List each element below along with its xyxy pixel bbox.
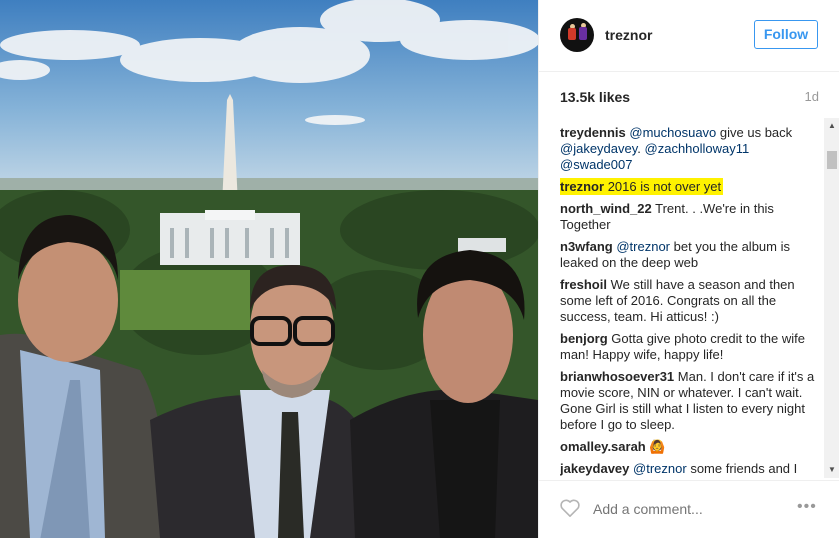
comment-username[interactable]: benjorg	[560, 331, 608, 346]
comments-list: treydennis @muchosuavo give us back @jak…	[560, 125, 822, 477]
comment-username[interactable]: jakeydavey	[560, 461, 629, 476]
mention-link[interactable]: @zachholloway11	[645, 141, 750, 156]
comment-item: treydennis @muchosuavo give us back @jak…	[560, 125, 822, 173]
mention-link[interactable]: @jakeydavey	[560, 141, 637, 156]
comment-username[interactable]: n3wfang	[560, 239, 613, 254]
comment-text: 2016 is not over yet	[607, 179, 722, 194]
photo-image	[0, 0, 538, 538]
post-age[interactable]: 1d	[805, 89, 819, 104]
comment-content: brianwhosoever31 Man. I don't care if it…	[560, 369, 814, 432]
comment-item: n3wfang @treznor bet you the album is le…	[560, 239, 822, 271]
comment-item: treznor 2016 is not over yet	[560, 178, 822, 195]
comment-content: n3wfang @treznor bet you the album is le…	[560, 239, 790, 270]
avatar-figure-body	[568, 28, 576, 40]
comment-content: north_wind_22 Trent. . .We're in this To…	[560, 201, 774, 232]
scrollbar-thumb[interactable]	[827, 151, 837, 169]
follow-button[interactable]: Follow	[754, 20, 818, 49]
comment-text: .	[637, 141, 645, 156]
comment-username[interactable]: freshoil	[560, 277, 607, 292]
comment-item: brianwhosoever31 Man. I don't care if it…	[560, 369, 822, 433]
comment-footer: •••	[539, 480, 839, 538]
comment-username[interactable]: brianwhosoever31	[560, 369, 674, 384]
post-header: treznor Follow	[539, 0, 839, 72]
likes-count[interactable]: 13.5k likes	[560, 89, 630, 105]
username[interactable]: treznor	[605, 27, 652, 43]
post-photo[interactable]	[0, 0, 538, 538]
comment-username[interactable]: north_wind_22	[560, 201, 652, 216]
comment-item: north_wind_22 Trent. . .We're in this To…	[560, 201, 822, 233]
mention-link[interactable]: @swade007	[560, 157, 632, 172]
add-comment-input[interactable]	[591, 500, 775, 518]
mention-link[interactable]: @treznor	[616, 239, 670, 254]
comments-scrollbar[interactable]: ▲ ▼	[824, 118, 839, 478]
more-options-icon[interactable]: •••	[797, 498, 817, 516]
scroll-up-arrow-icon[interactable]: ▲	[824, 118, 839, 134]
post-sidebar: treznor Follow 13.5k likes 1d treydennis…	[538, 0, 839, 538]
comment-item: benjorg Gotta give photo credit to the w…	[560, 331, 822, 363]
avatar-figure-body	[579, 27, 587, 40]
mention-link[interactable]: @muchosuavo	[629, 125, 716, 140]
comment-text: give us back	[716, 125, 793, 140]
comment-username[interactable]: treznor	[560, 179, 604, 194]
comment-item: omalley.sarah 🙆	[560, 439, 822, 455]
comment-item: jakeydavey @treznor some friends and I	[560, 461, 822, 477]
comment-text: some friends and I	[686, 461, 798, 476]
highlighted-comment: treznor 2016 is not over yet	[560, 178, 724, 195]
heart-outline-icon[interactable]	[559, 498, 581, 518]
comment-content: omalley.sarah 🙆	[560, 439, 666, 454]
comment-content: jakeydavey @treznor some friends and I	[560, 461, 797, 476]
comment-username[interactable]: treydennis	[560, 125, 626, 140]
avatar[interactable]	[560, 18, 594, 52]
comment-username[interactable]: omalley.sarah	[560, 439, 646, 454]
comment-text: 🙆	[649, 439, 666, 454]
comment-content: freshoil We still have a season and then…	[560, 277, 795, 324]
comment-content: treydennis @muchosuavo give us back @jak…	[560, 125, 792, 172]
scroll-down-arrow-icon[interactable]: ▼	[824, 462, 839, 478]
comment-content: benjorg Gotta give photo credit to the w…	[560, 331, 805, 362]
mention-link[interactable]: @treznor	[633, 461, 687, 476]
comment-item: freshoil We still have a season and then…	[560, 277, 822, 325]
